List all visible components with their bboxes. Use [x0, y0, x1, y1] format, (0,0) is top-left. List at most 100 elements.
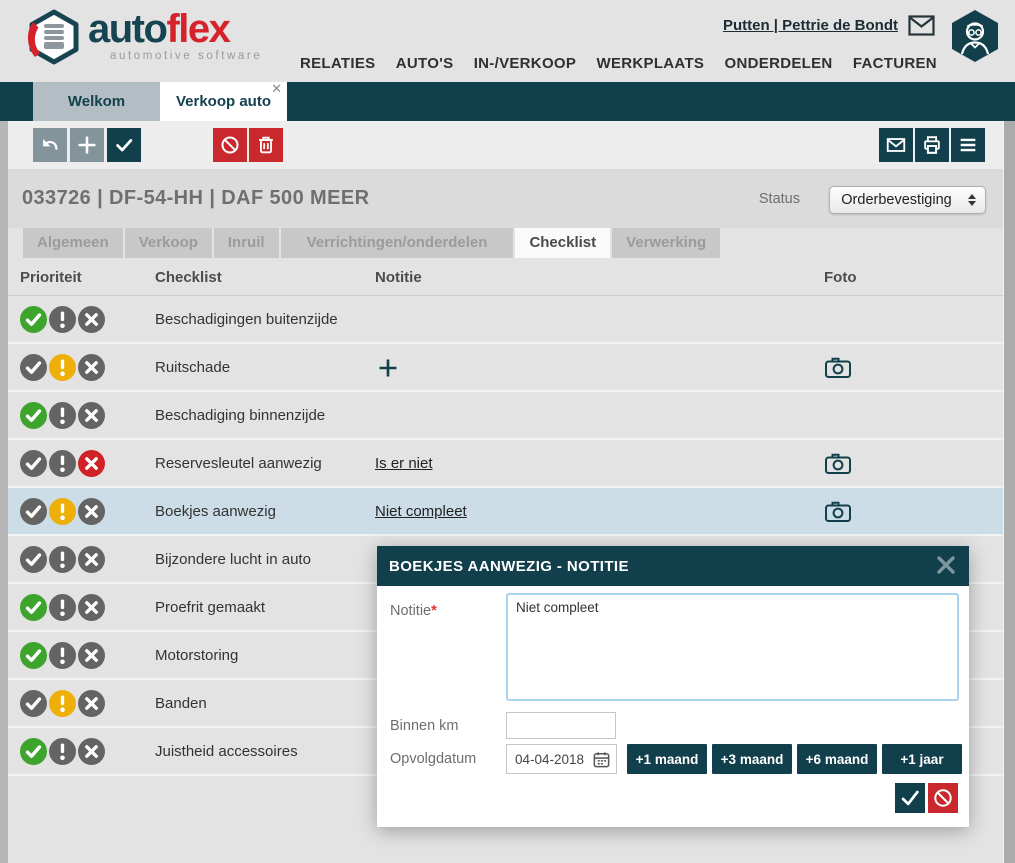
tab-welkom[interactable]: Welkom — [33, 82, 160, 121]
subtab-verwerking[interactable]: Verwerking — [612, 228, 720, 258]
tab-close-icon[interactable]: ✕ — [271, 81, 282, 97]
undo-button[interactable] — [33, 128, 67, 162]
priority-ok-icon[interactable] — [20, 402, 47, 429]
priority-ok-icon[interactable] — [20, 642, 47, 669]
column-header-prioriteit: Prioriteit — [20, 269, 82, 286]
nav-item-autos[interactable]: AUTO'S — [396, 55, 454, 72]
opvolgdatum-value: 04-04-2018 — [507, 752, 592, 767]
close-icon[interactable] — [935, 554, 957, 576]
left-scrollbar[interactable] — [0, 121, 8, 863]
status-select[interactable]: Orderbevestiging — [829, 186, 986, 214]
priority-error-icon[interactable] — [78, 450, 105, 477]
nav-item-relaties[interactable]: RELATIES — [300, 55, 375, 72]
binnen-km-input[interactable] — [506, 712, 616, 739]
notitie-link[interactable]: Is er niet — [375, 455, 433, 472]
subtab-inruil[interactable]: Inruil — [214, 228, 279, 258]
priority-error-icon[interactable] — [78, 642, 105, 669]
print-button[interactable] — [915, 128, 949, 162]
subtab-verkoop[interactable]: Verkoop — [125, 228, 212, 258]
notitie-field-label: Notitie* — [390, 603, 437, 619]
priority-warning-icon[interactable] — [49, 450, 76, 477]
checklist-item-label: Motorstoring — [155, 647, 238, 664]
nav-item-inverkoop[interactable]: IN-/VERKOOP — [474, 55, 576, 72]
priority-warning-icon[interactable] — [49, 546, 76, 573]
priority-ok-icon[interactable] — [20, 594, 47, 621]
add-notitie-icon[interactable] — [377, 357, 399, 379]
notitie-textarea[interactable]: Niet compleet — [506, 593, 959, 701]
calendar-icon[interactable] — [592, 750, 611, 769]
nav-item-onderdelen[interactable]: ONDERDELEN — [725, 55, 833, 72]
record-header: 033726 | DF-54-HH | DAF 500 MEER Status … — [8, 170, 1003, 228]
priority-error-icon[interactable] — [78, 738, 105, 765]
email-button[interactable] — [879, 128, 913, 162]
priority-warning-icon[interactable] — [49, 642, 76, 669]
nav-item-facturen[interactable]: FACTUREN — [853, 55, 937, 72]
messages-icon[interactable] — [908, 15, 935, 36]
app-header: autoflex automotive software Putten | Pe… — [0, 0, 1015, 82]
status-label: Status — [759, 191, 800, 207]
priority-ok-icon[interactable] — [20, 690, 47, 717]
table-header: Prioriteit Checklist Notitie Foto — [8, 258, 1003, 296]
priority-ok-icon[interactable] — [20, 354, 47, 381]
priority-error-icon[interactable] — [78, 546, 105, 573]
menu-button[interactable] — [951, 128, 985, 162]
priority-error-icon[interactable] — [78, 498, 105, 525]
toolbar — [8, 121, 1003, 170]
vertical-scrollbar[interactable] — [1003, 121, 1015, 863]
table-row[interactable]: Beschadigingen buitenzijde — [8, 296, 1003, 344]
priority-warning-icon[interactable] — [49, 498, 76, 525]
autoflex-logo[interactable]: autoflex automotive software — [26, 9, 262, 65]
camera-icon[interactable] — [824, 355, 852, 380]
user-avatar[interactable] — [947, 8, 1003, 64]
priority-error-icon[interactable] — [78, 594, 105, 621]
checklist-item-label: Beschadigingen buitenzijde — [155, 311, 338, 328]
table-row[interactable]: Reservesleutel aanwezigIs er niet — [8, 440, 1003, 488]
tab-bar: WelkomVerkoop auto✕ — [0, 82, 1015, 121]
nav-item-werkplaats[interactable]: WERKPLAATS — [597, 55, 705, 72]
table-row[interactable]: Ruitschade — [8, 344, 1003, 392]
priority-ok-icon[interactable] — [20, 450, 47, 477]
user-link[interactable]: Putten | Pettrie de Bondt — [723, 17, 898, 34]
confirm-button[interactable] — [107, 128, 141, 162]
cancel-button[interactable] — [213, 128, 247, 162]
date-quick-button--1-maand[interactable]: +1 maand — [627, 744, 707, 774]
date-quick-button--3-maand[interactable]: +3 maand — [712, 744, 792, 774]
priority-warning-icon[interactable] — [49, 402, 76, 429]
delete-button[interactable] — [249, 128, 283, 162]
priority-error-icon[interactable] — [78, 402, 105, 429]
checklist-item-label: Proefrit gemaakt — [155, 599, 265, 616]
date-quick-button--1-jaar[interactable]: +1 jaar — [882, 744, 962, 774]
subtab-checklist[interactable]: Checklist — [515, 228, 610, 258]
priority-ok-icon[interactable] — [20, 546, 47, 573]
subtab-algemeen[interactable]: Algemeen — [23, 228, 123, 258]
checklist-item-label: Ruitschade — [155, 359, 230, 376]
priority-warning-icon[interactable] — [49, 594, 76, 621]
priority-warning-icon[interactable] — [49, 306, 76, 333]
table-row[interactable]: Beschadiging binnenzijde — [8, 392, 1003, 440]
priority-warning-icon[interactable] — [49, 738, 76, 765]
add-button[interactable] — [70, 128, 104, 162]
priority-error-icon[interactable] — [78, 306, 105, 333]
priority-ok-icon[interactable] — [20, 738, 47, 765]
modal-cancel-button[interactable] — [928, 783, 958, 813]
opvolgdatum-input[interactable]: 04-04-2018 — [506, 744, 617, 774]
column-header-notitie: Notitie — [375, 269, 422, 286]
required-marker: * — [431, 603, 437, 619]
tab-verkoop-auto[interactable]: Verkoop auto✕ — [160, 82, 287, 121]
camera-icon[interactable] — [824, 499, 852, 524]
priority-warning-icon[interactable] — [49, 690, 76, 717]
date-quick-button--6-maand[interactable]: +6 maand — [797, 744, 877, 774]
priority-ok-icon[interactable] — [20, 498, 47, 525]
notitie-link[interactable]: Niet compleet — [375, 503, 467, 520]
support-person-icon — [947, 8, 1003, 64]
priority-error-icon[interactable] — [78, 354, 105, 381]
priority-warning-icon[interactable] — [49, 354, 76, 381]
priority-ok-icon[interactable] — [20, 306, 47, 333]
subtab-verrichtingen-onderdelen[interactable]: Verrichtingen/onderdelen — [281, 228, 514, 258]
autoflex-logo-icon — [26, 9, 82, 65]
table-row[interactable]: Boekjes aanwezigNiet compleet — [8, 488, 1003, 536]
checklist-item-label: Bijzondere lucht in auto — [155, 551, 311, 568]
camera-icon[interactable] — [824, 451, 852, 476]
modal-confirm-button[interactable] — [895, 783, 925, 813]
priority-error-icon[interactable] — [78, 690, 105, 717]
